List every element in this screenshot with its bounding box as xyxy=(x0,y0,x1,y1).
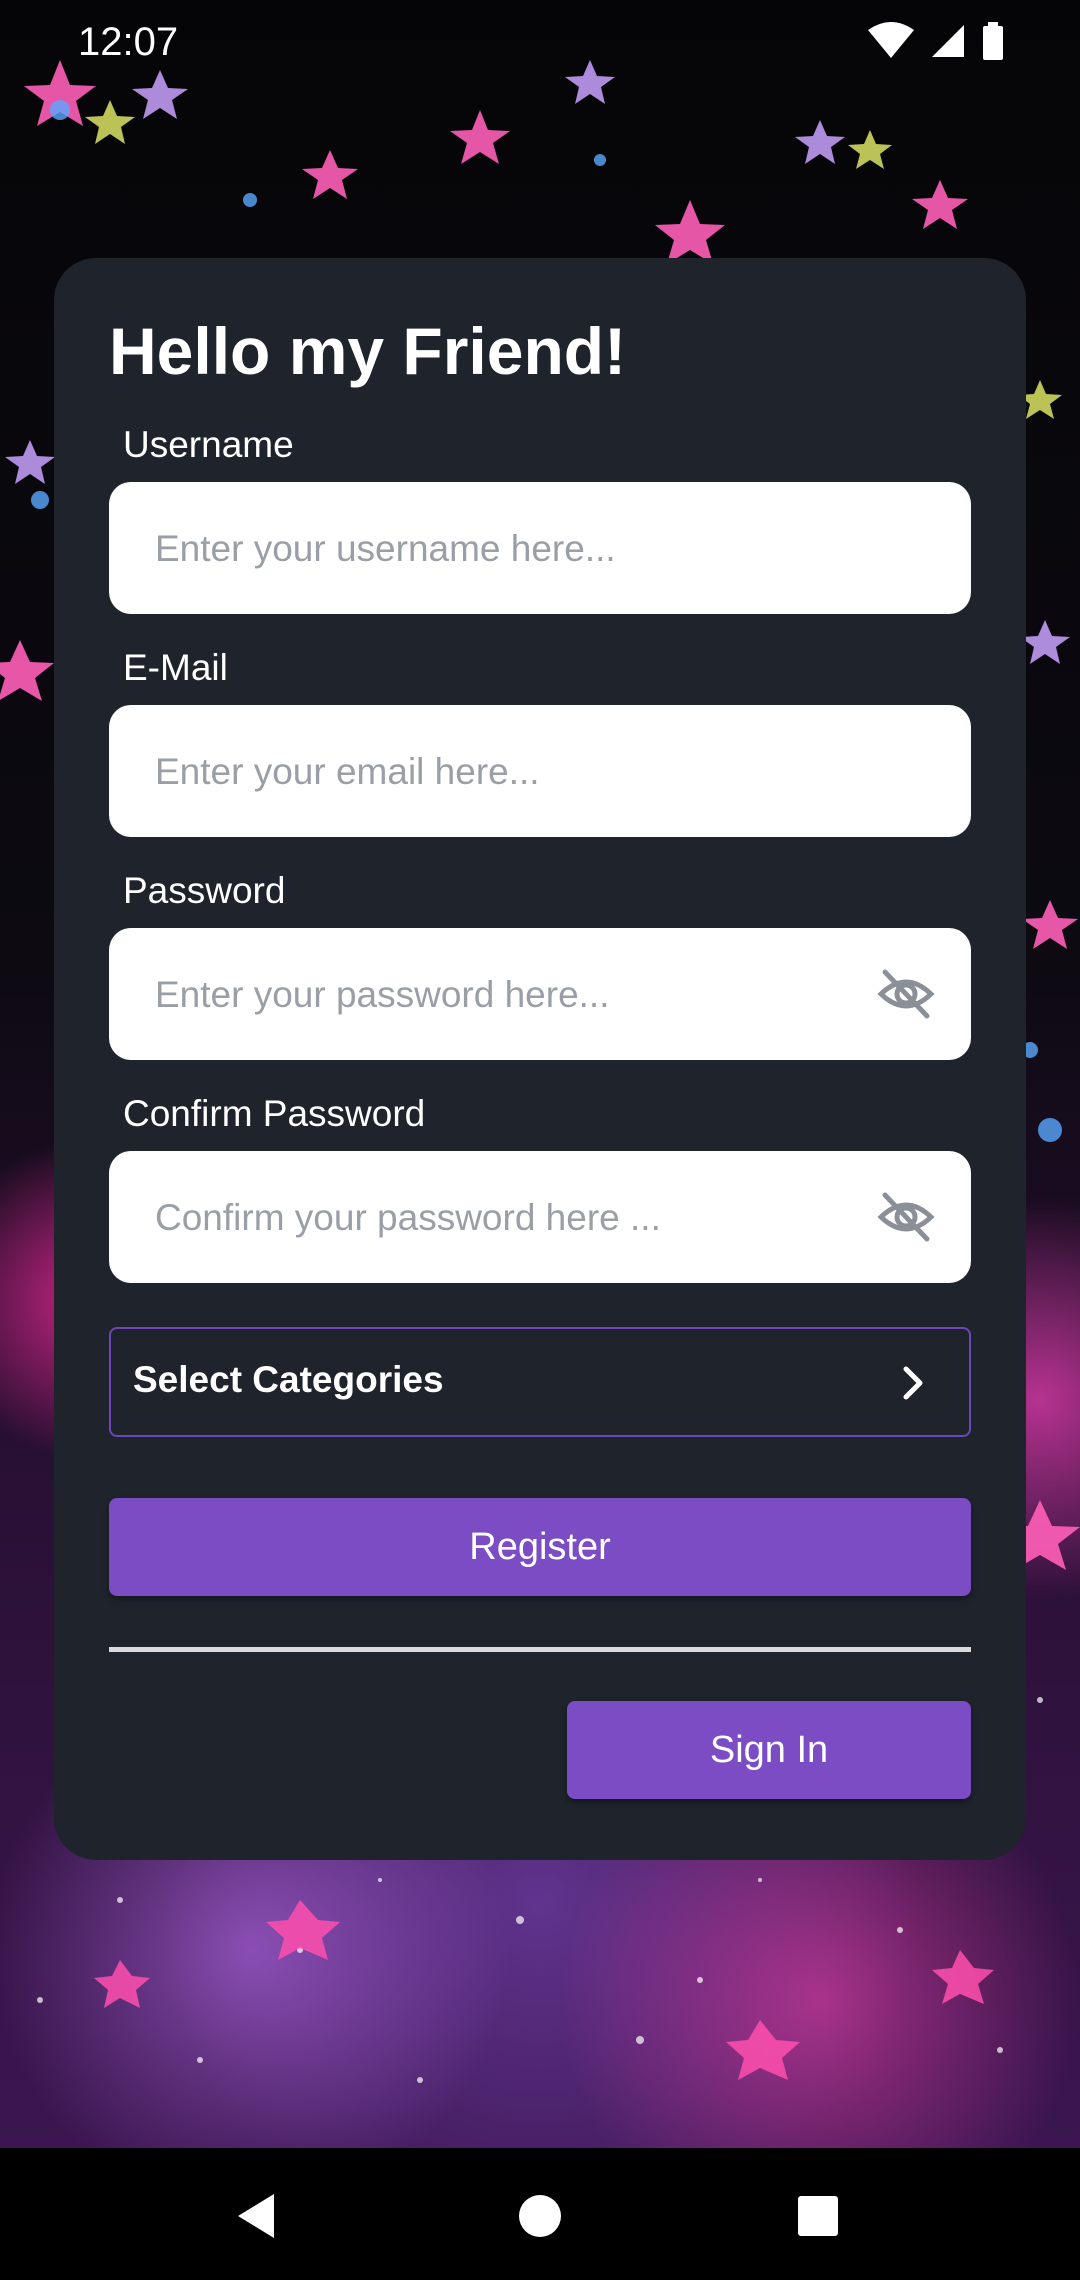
chevron-right-icon xyxy=(903,1366,923,1400)
navigation-bar xyxy=(0,2148,1080,2280)
confirm-password-field-container xyxy=(109,1151,971,1285)
page-title: Hello my Friend! xyxy=(109,314,627,388)
username-input[interactable] xyxy=(153,482,857,616)
register-card: Hello my Friend! Username E-Mail Passwor… xyxy=(54,258,1026,1860)
sign-in-button[interactable]: Sign In xyxy=(567,1701,971,1799)
home-icon[interactable] xyxy=(510,2186,570,2246)
select-categories-label: Select Categories xyxy=(133,1359,444,1400)
password-input[interactable] xyxy=(153,928,857,1062)
battery-icon xyxy=(983,22,1003,60)
email-label: E-Mail xyxy=(123,647,228,688)
password-field-container xyxy=(109,928,971,1062)
password-label: Password xyxy=(123,870,286,911)
eye-off-icon[interactable] xyxy=(877,1191,935,1243)
back-icon[interactable] xyxy=(230,2186,290,2246)
username-field-container xyxy=(109,482,971,616)
register-button[interactable]: Register xyxy=(109,1498,971,1596)
username-label: Username xyxy=(123,424,294,465)
status-time: 12:07 xyxy=(78,20,179,64)
select-categories-button[interactable]: Select Categories xyxy=(109,1327,971,1437)
eye-off-icon[interactable] xyxy=(877,968,935,1020)
recents-icon[interactable] xyxy=(788,2186,848,2246)
email-field-container xyxy=(109,705,971,839)
confirm-password-label: Confirm Password xyxy=(123,1093,426,1134)
status-bar: 12:07 xyxy=(0,0,1080,84)
wifi-icon xyxy=(868,22,914,58)
cellular-signal-icon xyxy=(932,25,964,57)
email-input[interactable] xyxy=(153,705,857,839)
confirm-password-input[interactable] xyxy=(153,1151,857,1285)
divider xyxy=(109,1647,971,1652)
